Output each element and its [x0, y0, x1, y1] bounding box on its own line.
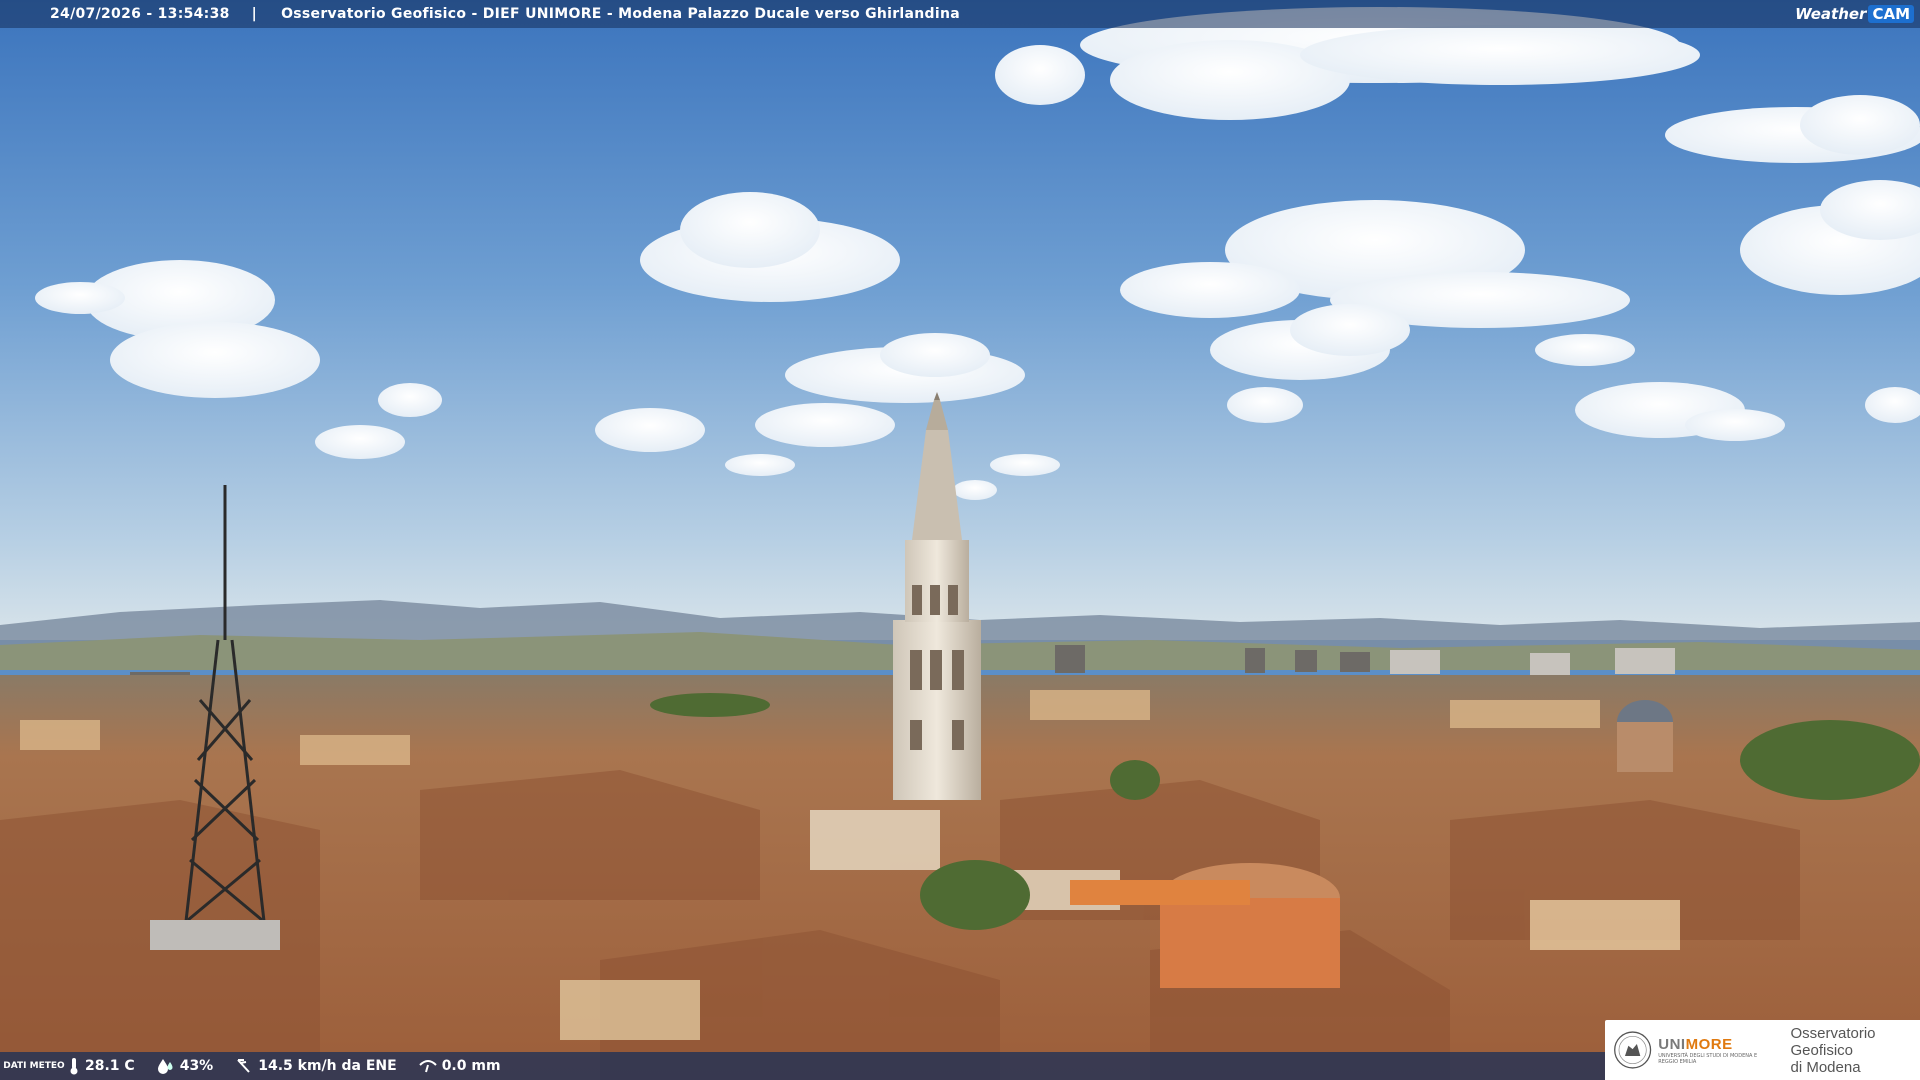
unimore-uni: UNI [1658, 1035, 1686, 1053]
weather-label: DATI METEO [3, 1061, 65, 1071]
thermometer-icon [70, 1058, 78, 1075]
humidity-icon [157, 1059, 173, 1074]
weathercam-logo: Weather CAM [1795, 3, 1914, 25]
rain-gauge-icon [418, 1060, 437, 1073]
weathercam-logo-text: Weather [1795, 5, 1867, 23]
humidity-value: 43% [179, 1058, 214, 1074]
unimore-more: MORE [1685, 1035, 1733, 1053]
weathercam-logo-cam: CAM [1868, 5, 1914, 23]
university-seal-icon [1614, 1031, 1652, 1069]
wind-icon [237, 1059, 250, 1073]
observatory-name-line2: di Modena [1790, 1058, 1861, 1076]
temperature-value: 28.1 C [85, 1058, 135, 1074]
camera-title: Osservatorio Geofisico - DIEF UNIMORE - … [281, 6, 960, 22]
wind-value: 14.5 km/h da ENE [258, 1058, 397, 1074]
title-bar: 24/07/2026 - 13:54:38 | Osservatorio Geo… [0, 0, 1920, 28]
observatory-name-line1: Osservatorio Geofisico [1790, 1024, 1876, 1059]
timestamp: 24/07/2026 - 13:54:38 [50, 6, 230, 22]
webcam-view [0, 0, 1920, 1080]
separator: | [251, 6, 258, 22]
rain-value: 0.0 mm [441, 1058, 501, 1074]
university-name: UNIVERSITÀ DEGLI STUDI DI MODENA E REGGI… [1658, 1052, 1758, 1065]
rain-reading: 0.0 mm [418, 1058, 501, 1074]
unimore-logo: UNIMORE UNIVERSITÀ DEGLI STUDI DI MODENA… [1605, 1020, 1920, 1080]
weather-bar: DATI METEO 28.1 C 43% 14.5 km/h da ENE 0… [0, 1052, 1605, 1080]
temperature-reading: 28.1 C [68, 1057, 135, 1075]
wind-reading: 14.5 km/h da ENE [235, 1058, 397, 1074]
humidity-reading: 43% [157, 1058, 214, 1074]
